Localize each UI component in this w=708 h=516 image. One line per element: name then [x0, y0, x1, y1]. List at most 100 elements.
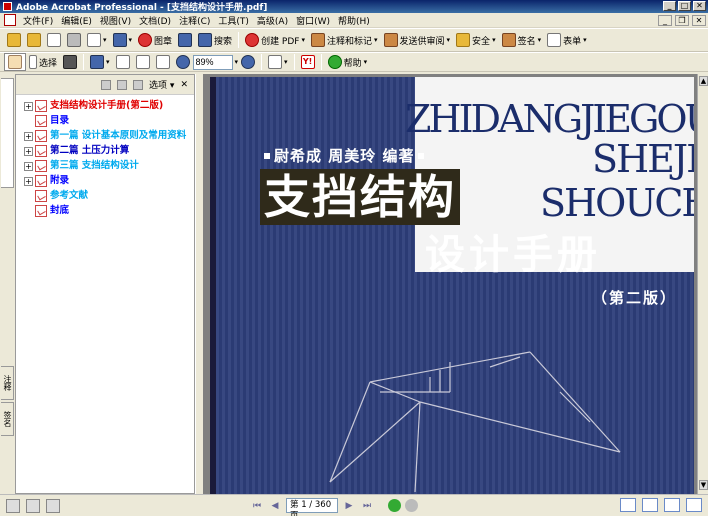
rotate-view-button[interactable]: ▾: [265, 53, 291, 71]
menu-file[interactable]: 文件(F): [19, 14, 57, 27]
fit-page-button[interactable]: [133, 53, 153, 71]
help-label: 帮助: [343, 58, 362, 69]
bookmark-item[interactable]: 目录: [16, 114, 194, 129]
email-button[interactable]: ▾: [84, 31, 110, 49]
bookmark-item[interactable]: + 支挡结构设计手册(第二版): [16, 99, 194, 114]
document-icon[interactable]: [4, 14, 16, 26]
next-page-button[interactable]: ▶: [342, 499, 356, 513]
tab-signatures[interactable]: 签名: [1, 402, 14, 436]
page-number-field[interactable]: 第 1 / 360 页: [286, 498, 338, 516]
vertical-scrollbar[interactable]: ▲ ▼: [697, 74, 708, 494]
expand-toggle-icon[interactable]: +: [24, 147, 33, 156]
print-button[interactable]: [64, 31, 84, 49]
menu-window[interactable]: 窗口(W): [292, 14, 334, 27]
close-panel-icon[interactable]: ✕: [180, 80, 188, 90]
document-viewer[interactable]: ZHIDANGJIEGOU SHEJI SHOUCE 尉希成 周美玲 编著 支挡…: [203, 74, 697, 494]
bookmarks-panel: 选项 ▾ ✕ + 支挡结构设计手册(第二版) 目录 + 第一篇 设计基本原则及常用资料 +…: [15, 74, 195, 494]
menu-advanced[interactable]: 高级(A): [253, 14, 292, 27]
menu-bar: 文件(F) 编辑(E) 视图(V) 文档(D) 注释(C) 工具(T) 高级(A…: [0, 13, 708, 28]
actual-size-button[interactable]: [113, 53, 133, 71]
scroll-down-arrow[interactable]: ▼: [699, 480, 708, 490]
save-button[interactable]: [44, 31, 64, 49]
secure-button[interactable]: 安全 ▾: [453, 31, 499, 49]
minimize-button[interactable]: _: [663, 1, 676, 11]
doc-close-button[interactable]: ✕: [692, 15, 706, 26]
bookmark-icon: [35, 130, 47, 142]
help-button[interactable]: 帮助 ▾: [325, 53, 371, 71]
menu-view[interactable]: 视图(V): [96, 14, 135, 27]
doc-restore-button[interactable]: ❐: [675, 15, 689, 26]
toolbar-separator: [293, 54, 295, 70]
bookmark-icon: [35, 115, 47, 127]
expand-bookmark-icon[interactable]: [133, 79, 144, 90]
maximize-button[interactable]: □: [678, 1, 691, 11]
last-page-button[interactable]: ⏭: [360, 499, 374, 513]
zoom-in-button[interactable]: [238, 53, 258, 71]
tab-bookmarks[interactable]: [1, 78, 14, 188]
forms-button[interactable]: 表单 ▾: [544, 31, 590, 49]
single-page-icon[interactable]: [620, 498, 636, 512]
comment-markup-button[interactable]: 注释和标记 ▾: [308, 31, 381, 49]
bookmark-item[interactable]: 参考文献: [16, 189, 194, 204]
scroll-up-arrow[interactable]: ▲: [699, 76, 708, 86]
status-bar: ⏮ ◀ 第 1 / 360 页 ▶ ⏭: [0, 494, 708, 516]
menu-help[interactable]: 帮助(H): [334, 14, 374, 27]
menu-document[interactable]: 文档(D): [135, 14, 175, 27]
toolbar-separator: [261, 54, 263, 70]
expand-toggle-icon[interactable]: +: [24, 177, 33, 186]
organizer-button[interactable]: [24, 31, 44, 49]
zoom-tool-button[interactable]: ▾: [87, 53, 113, 71]
expand-toggle-icon[interactable]: +: [24, 162, 33, 171]
bookmark-item[interactable]: + 附录: [16, 174, 194, 189]
previous-view-button[interactable]: [388, 499, 401, 512]
hand-tool-button[interactable]: [4, 53, 26, 71]
bookmark-item[interactable]: + 第二篇 土压力计算: [16, 144, 194, 159]
bookmark-label: 第二篇 土压力计算: [50, 145, 130, 156]
sign-button[interactable]: 签名 ▾: [499, 31, 545, 49]
zoom-out-button[interactable]: [173, 53, 193, 71]
pdf-page: ZHIDANGJIEGOU SHEJI SHOUCE 尉希成 周美玲 编著 支挡…: [210, 77, 694, 494]
bookmark-item[interactable]: + 第三篇 支挡结构设计: [16, 159, 194, 174]
globe-button[interactable]: [175, 31, 195, 49]
select-tool-button[interactable]: 选择: [26, 53, 60, 71]
send-review-button[interactable]: 发送供审阅 ▾: [381, 31, 454, 49]
delete-bookmark-icon[interactable]: [101, 79, 112, 90]
stamp-button[interactable]: 图章: [135, 31, 175, 49]
bookmark-label: 第一篇 设计基本原则及常用资料: [50, 130, 187, 141]
search-button[interactable]: 搜索: [195, 31, 235, 49]
snapshot-button[interactable]: [60, 53, 80, 71]
document-properties-icon[interactable]: [46, 498, 60, 513]
continuous-facing-icon[interactable]: [686, 498, 702, 512]
yahoo-button[interactable]: Y!: [298, 53, 318, 71]
previous-page-button[interactable]: ◀: [268, 499, 282, 513]
bookmark-label: 第三篇 支挡结构设计: [50, 160, 139, 171]
menu-comments[interactable]: 注释(C): [175, 14, 214, 27]
attachments-icon[interactable]: [6, 498, 20, 513]
expand-toggle-icon[interactable]: +: [24, 102, 33, 111]
menu-tools[interactable]: 工具(T): [214, 14, 253, 27]
fit-width-button[interactable]: [153, 53, 173, 71]
tab-comments[interactable]: 注释: [1, 366, 14, 400]
new-bookmark-icon[interactable]: [117, 79, 128, 90]
bookmark-label: 目录: [50, 115, 70, 126]
continuous-page-icon[interactable]: [642, 498, 658, 512]
next-view-button[interactable]: [405, 499, 418, 512]
open-button[interactable]: [4, 31, 24, 49]
expand-toggle-icon[interactable]: +: [24, 132, 33, 141]
close-button[interactable]: ✕: [693, 1, 706, 11]
cover-spine: [210, 77, 216, 494]
create-pdf-button[interactable]: 创建 PDF ▾: [242, 31, 308, 49]
attach-button[interactable]: ▾: [110, 31, 136, 49]
bookmark-item[interactable]: 封底: [16, 204, 194, 219]
fit-width-icon: [155, 55, 170, 69]
panel-splitter[interactable]: [195, 74, 203, 494]
facing-pages-icon[interactable]: [664, 498, 680, 512]
first-page-button[interactable]: ⏮: [250, 499, 264, 513]
menu-edit[interactable]: 编辑(E): [57, 14, 96, 27]
doc-minimize-button[interactable]: _: [658, 15, 672, 26]
zoom-level-input[interactable]: [192, 54, 233, 70]
page-thumbnail-icon[interactable]: [26, 498, 40, 513]
bookmark-icon: [35, 205, 47, 217]
bookmark-options-button[interactable]: 选项 ▾: [149, 78, 174, 91]
bookmark-item[interactable]: + 第一篇 设计基本原则及常用资料: [16, 129, 194, 144]
